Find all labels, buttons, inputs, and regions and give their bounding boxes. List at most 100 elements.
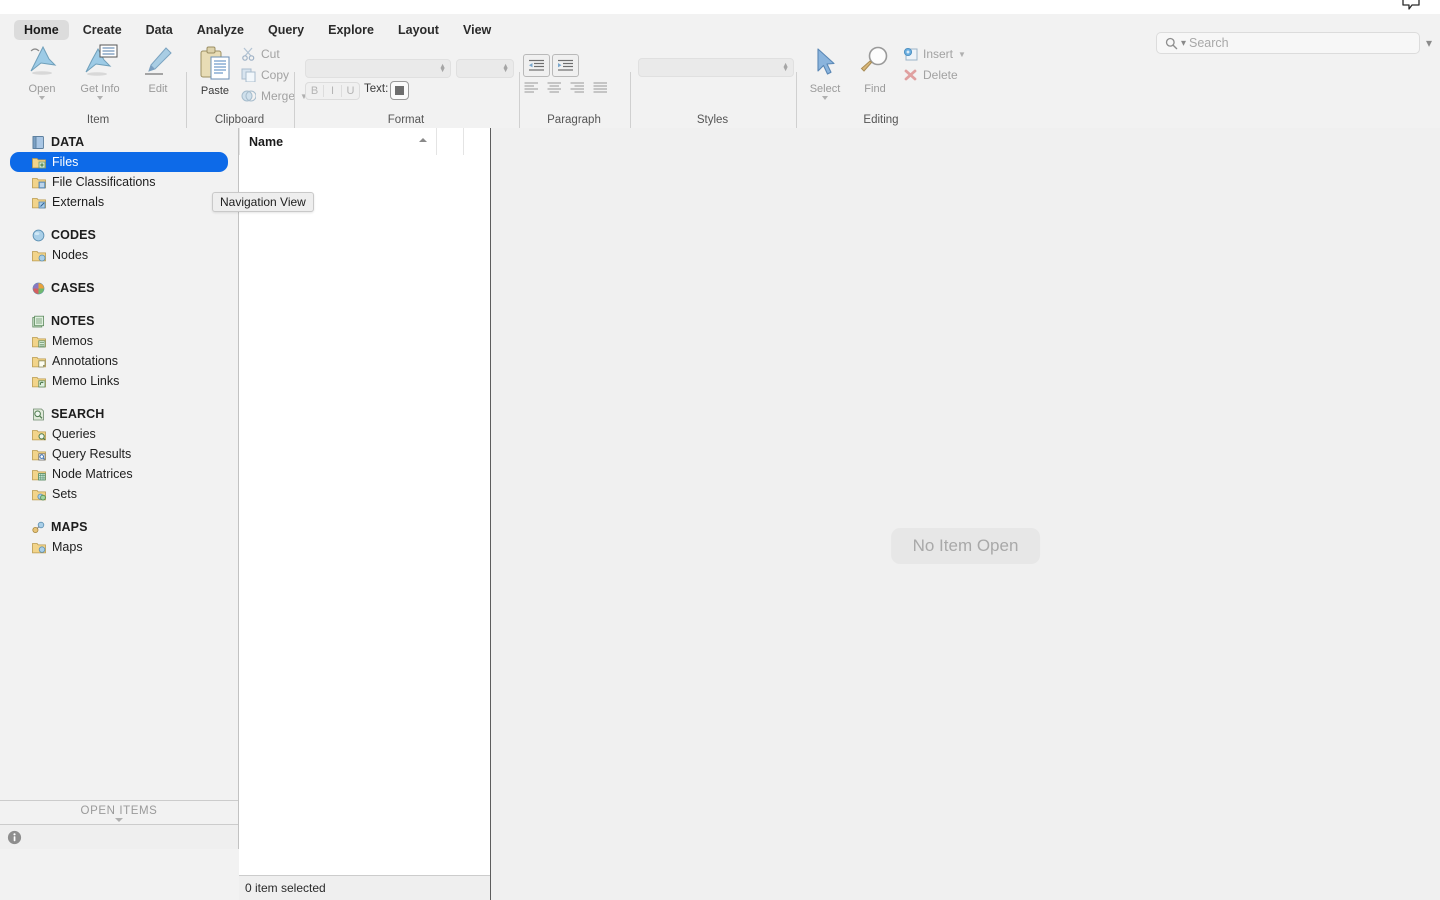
- increase-indent-button[interactable]: [552, 54, 579, 77]
- selection-count-label: 0 item selected: [245, 881, 326, 895]
- open-button-label: Open: [28, 83, 56, 95]
- group-label-styles: Styles: [696, 114, 729, 126]
- sidebar-item-files[interactable]: Files: [10, 152, 228, 172]
- insert-button-chevron-down-icon[interactable]: ▼: [958, 50, 966, 59]
- tab-query[interactable]: Query: [258, 20, 314, 40]
- tab-explore[interactable]: Explore: [318, 20, 384, 40]
- align-right-icon: [570, 82, 584, 93]
- font-family-select[interactable]: ▲ ▼: [305, 59, 451, 78]
- tab-view[interactable]: View: [453, 20, 501, 40]
- sidebar-section-codes: CODES: [0, 225, 238, 245]
- sidebar-item-annotations[interactable]: Annotations: [10, 351, 228, 371]
- file-classifications-folder-icon: [32, 177, 46, 188]
- sidebar-item-file-classifications[interactable]: File Classifications: [10, 172, 228, 192]
- merge-icon: [241, 90, 256, 102]
- copy-button[interactable]: Copy: [241, 68, 289, 82]
- get-info-icon: [80, 42, 120, 82]
- sidebar-item-maps[interactable]: Maps: [10, 537, 228, 557]
- ribbon-group-item: Open Get Info Edit Item: [10, 42, 186, 128]
- align-center-button[interactable]: [547, 80, 562, 98]
- open-button-chevron-down-icon[interactable]: [39, 96, 45, 100]
- italic-button[interactable]: I: [324, 85, 342, 97]
- copy-icon: [241, 68, 256, 82]
- edit-pencil-icon: [141, 42, 175, 82]
- paragraph-style-select[interactable]: ▲ ▼: [638, 58, 794, 77]
- cases-pie-icon: [32, 282, 45, 294]
- cut-button-label: Cut: [261, 47, 280, 61]
- decrease-indent-button[interactable]: [523, 54, 550, 77]
- sidebar-item-externals[interactable]: Externals: [10, 192, 228, 212]
- list-pane: Name 0 item selected: [239, 128, 491, 900]
- sidebar-item-nodes[interactable]: Nodes: [10, 245, 228, 265]
- application-window: Home Create Data Analyze Query Explore L…: [0, 0, 1440, 900]
- sidebar-item-memos[interactable]: Memos: [10, 331, 228, 351]
- find-button-label: Find: [864, 83, 886, 95]
- open-button[interactable]: Open: [14, 42, 70, 100]
- column-header-name[interactable]: Name: [239, 128, 436, 155]
- info-icon[interactable]: [7, 830, 22, 845]
- column-header-spacer-2[interactable]: [462, 128, 490, 155]
- tab-create[interactable]: Create: [73, 20, 132, 40]
- get-info-button[interactable]: Get Info: [72, 42, 128, 100]
- ribbon-group-clipboard: Paste Cut Copy Merge ▼ Clipboard: [187, 42, 308, 128]
- ribbon-groups: Open Get Info Edit Item Paste Cut Copy M…: [0, 42, 1440, 134]
- list-header: Name: [239, 128, 490, 156]
- navigation-sidebar[interactable]: DATA Files File Classifications External…: [0, 128, 239, 849]
- get-info-button-label: Get Info: [80, 83, 120, 95]
- sidebar-item-sets[interactable]: Sets: [10, 484, 228, 504]
- color-swatch: [395, 86, 404, 95]
- sidebar-item-memo-links[interactable]: Memo Links: [10, 371, 228, 391]
- column-header-spacer-1[interactable]: [435, 128, 463, 155]
- sidebar-item-label: Sets: [52, 487, 78, 501]
- insert-button[interactable]: Insert ▼: [903, 47, 966, 61]
- memo-links-folder-icon: [32, 376, 46, 387]
- codes-sphere-icon: [32, 229, 45, 241]
- ribbon-group-paragraph: Paragraph: [520, 42, 628, 128]
- sidebar-item-node-matrices[interactable]: Node Matrices: [10, 464, 228, 484]
- sidebar-item-queries[interactable]: Queries: [10, 424, 228, 444]
- delete-button[interactable]: Delete: [903, 68, 958, 82]
- find-button[interactable]: Find: [847, 42, 903, 95]
- underline-button[interactable]: U: [342, 85, 359, 97]
- select-button-chevron-down-icon[interactable]: [822, 96, 828, 100]
- ribbon: Home Create Data Analyze Query Explore L…: [0, 14, 1440, 134]
- annotations-folder-icon: [32, 356, 46, 367]
- get-info-button-chevron-down-icon[interactable]: [97, 96, 103, 100]
- group-label-item: Item: [86, 114, 110, 126]
- tab-layout[interactable]: Layout: [388, 20, 449, 40]
- sidebar-section-cases: CASES: [0, 278, 238, 298]
- maps-icon: [32, 521, 45, 533]
- tab-analyze[interactable]: Analyze: [187, 20, 254, 40]
- sidebar-item-label: Nodes: [52, 248, 89, 262]
- sidebar-item-query-results[interactable]: Query Results: [10, 444, 228, 464]
- titlebar: [0, 0, 1440, 15]
- edit-button[interactable]: Edit: [130, 42, 186, 95]
- tab-data[interactable]: Data: [136, 20, 183, 40]
- align-left-button[interactable]: [524, 80, 539, 98]
- select-cursor-icon: [809, 42, 841, 82]
- tab-home[interactable]: Home: [14, 20, 69, 40]
- font-size-select[interactable]: ▲ ▼: [456, 59, 514, 78]
- cut-button[interactable]: Cut: [241, 47, 280, 61]
- open-item-icon: [23, 42, 61, 82]
- sidebar-item-label: Query Results: [52, 447, 132, 461]
- align-right-button[interactable]: [570, 80, 585, 98]
- queries-folder-icon: [32, 429, 46, 440]
- text-color-well[interactable]: [390, 81, 409, 100]
- bold-button[interactable]: B: [306, 85, 324, 97]
- tooltip: Navigation View: [212, 192, 314, 212]
- text-style-group[interactable]: B I U: [305, 82, 360, 100]
- align-justify-button[interactable]: [593, 80, 608, 98]
- paste-button[interactable]: Paste: [187, 44, 243, 97]
- sidebar-section-search: SEARCH: [0, 404, 238, 424]
- triangle-down-icon[interactable]: [115, 817, 123, 822]
- list-body[interactable]: [239, 155, 490, 875]
- files-folder-icon: [32, 157, 46, 168]
- sidebar-item-label: Annotations: [52, 354, 119, 368]
- message-bubble-icon[interactable]: [1400, 0, 1422, 12]
- select-button[interactable]: Select: [797, 42, 853, 100]
- open-items-bar[interactable]: OPEN ITEMS: [0, 800, 238, 825]
- paste-button-label: Paste: [200, 85, 230, 97]
- sidebar-section-maps: MAPS: [0, 517, 238, 537]
- group-label-paragraph: Paragraph: [547, 114, 601, 126]
